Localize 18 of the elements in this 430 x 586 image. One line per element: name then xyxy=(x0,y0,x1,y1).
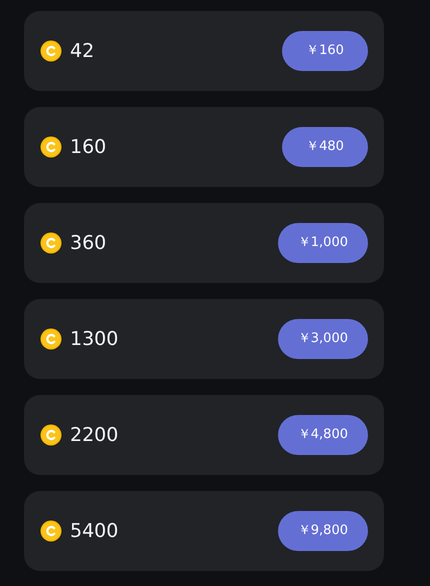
coin-amount: 160 xyxy=(70,134,106,160)
coin-icon xyxy=(40,136,62,158)
price-button[interactable]: ￥160 xyxy=(282,31,368,71)
coin-icon xyxy=(40,328,62,350)
coin-amount: 42 xyxy=(70,38,94,64)
coin-icon xyxy=(40,520,62,542)
coin-icon xyxy=(40,40,62,62)
price-button[interactable]: ￥3,000 xyxy=(278,319,368,359)
coin-icon xyxy=(40,232,62,254)
coin-amount: 5400 xyxy=(70,518,118,544)
price-button[interactable]: ￥1,000 xyxy=(278,223,368,263)
coin-icon xyxy=(40,424,62,446)
price-button[interactable]: ￥480 xyxy=(282,127,368,167)
price-button[interactable]: ￥4,800 xyxy=(278,415,368,455)
coin-amount: 2200 xyxy=(70,422,118,448)
coin-amount: 1300 xyxy=(70,326,118,352)
price-button[interactable]: ￥9,800 xyxy=(278,511,368,551)
coin-amount: 360 xyxy=(70,230,106,256)
